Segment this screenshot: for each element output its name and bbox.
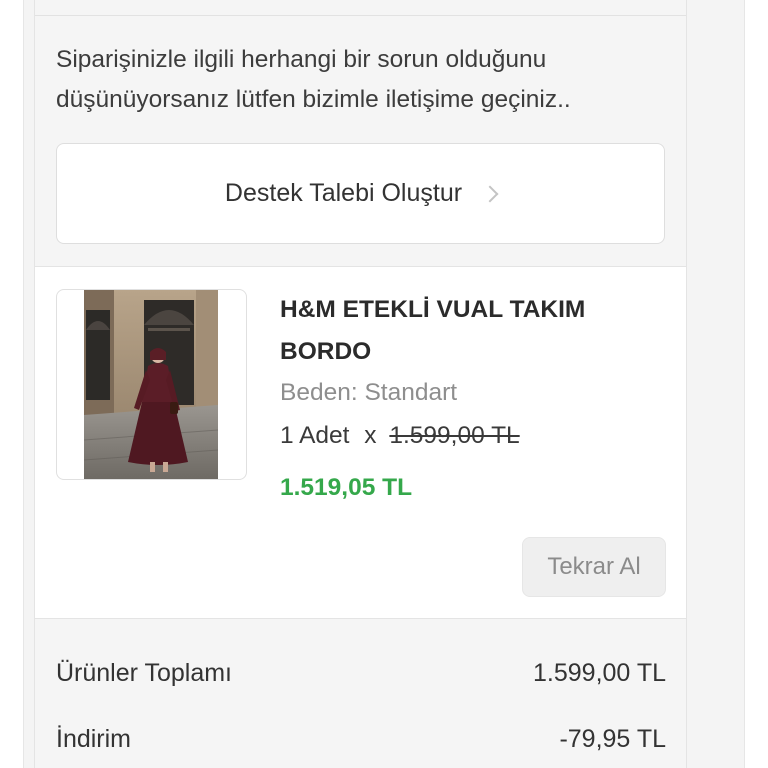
product-photo-icon (84, 290, 218, 479)
summary-row-products-total: Ürünler Toplamı 1.599,00 TL (56, 659, 666, 688)
discounted-price: 1.519,05 TL (280, 474, 413, 501)
product-image[interactable] (56, 289, 247, 480)
multiply-sign: x (364, 422, 377, 449)
summary-row-discount: İndirim -79,95 TL (56, 725, 666, 754)
product-quantity-line: 1 Adet x 1.599,00 TL (280, 422, 520, 450)
rebuy-button[interactable]: Tekrar Al (522, 537, 666, 597)
product-quantity: 1 Adet (280, 422, 350, 449)
chevron-right-icon (481, 185, 499, 203)
support-message: Siparişinizle ilgili herhangi bir sorun … (56, 46, 571, 113)
previous-section-edge (35, 0, 686, 16)
summary-label: Ürünler Toplamı (56, 659, 233, 687)
product-title[interactable]: H&M ETEKLİ VUAL TAKIM BORDO (280, 289, 660, 373)
old-price: 1.599,00 TL (389, 422, 520, 449)
product-card: H&M ETEKLİ VUAL TAKIM BORDO Beden: Stand… (34, 267, 687, 619)
product-size: Beden: Standart (280, 379, 458, 406)
support-button-label: Destek Talebi Oluştur (224, 179, 463, 207)
summary-value: -79,95 TL (559, 725, 666, 753)
order-summary-card: Ürünler Toplamı 1.599,00 TL İndirim -79,… (34, 619, 687, 768)
create-support-ticket-button[interactable]: Destek Talebi Oluştur (56, 143, 665, 244)
summary-label: İndirim (56, 725, 132, 753)
page-gutter-left (0, 0, 24, 768)
summary-value: 1.599,00 TL (533, 659, 666, 687)
support-card: Siparişinizle ilgili herhangi bir sorun … (34, 0, 687, 267)
page-gutter-right (744, 0, 768, 768)
